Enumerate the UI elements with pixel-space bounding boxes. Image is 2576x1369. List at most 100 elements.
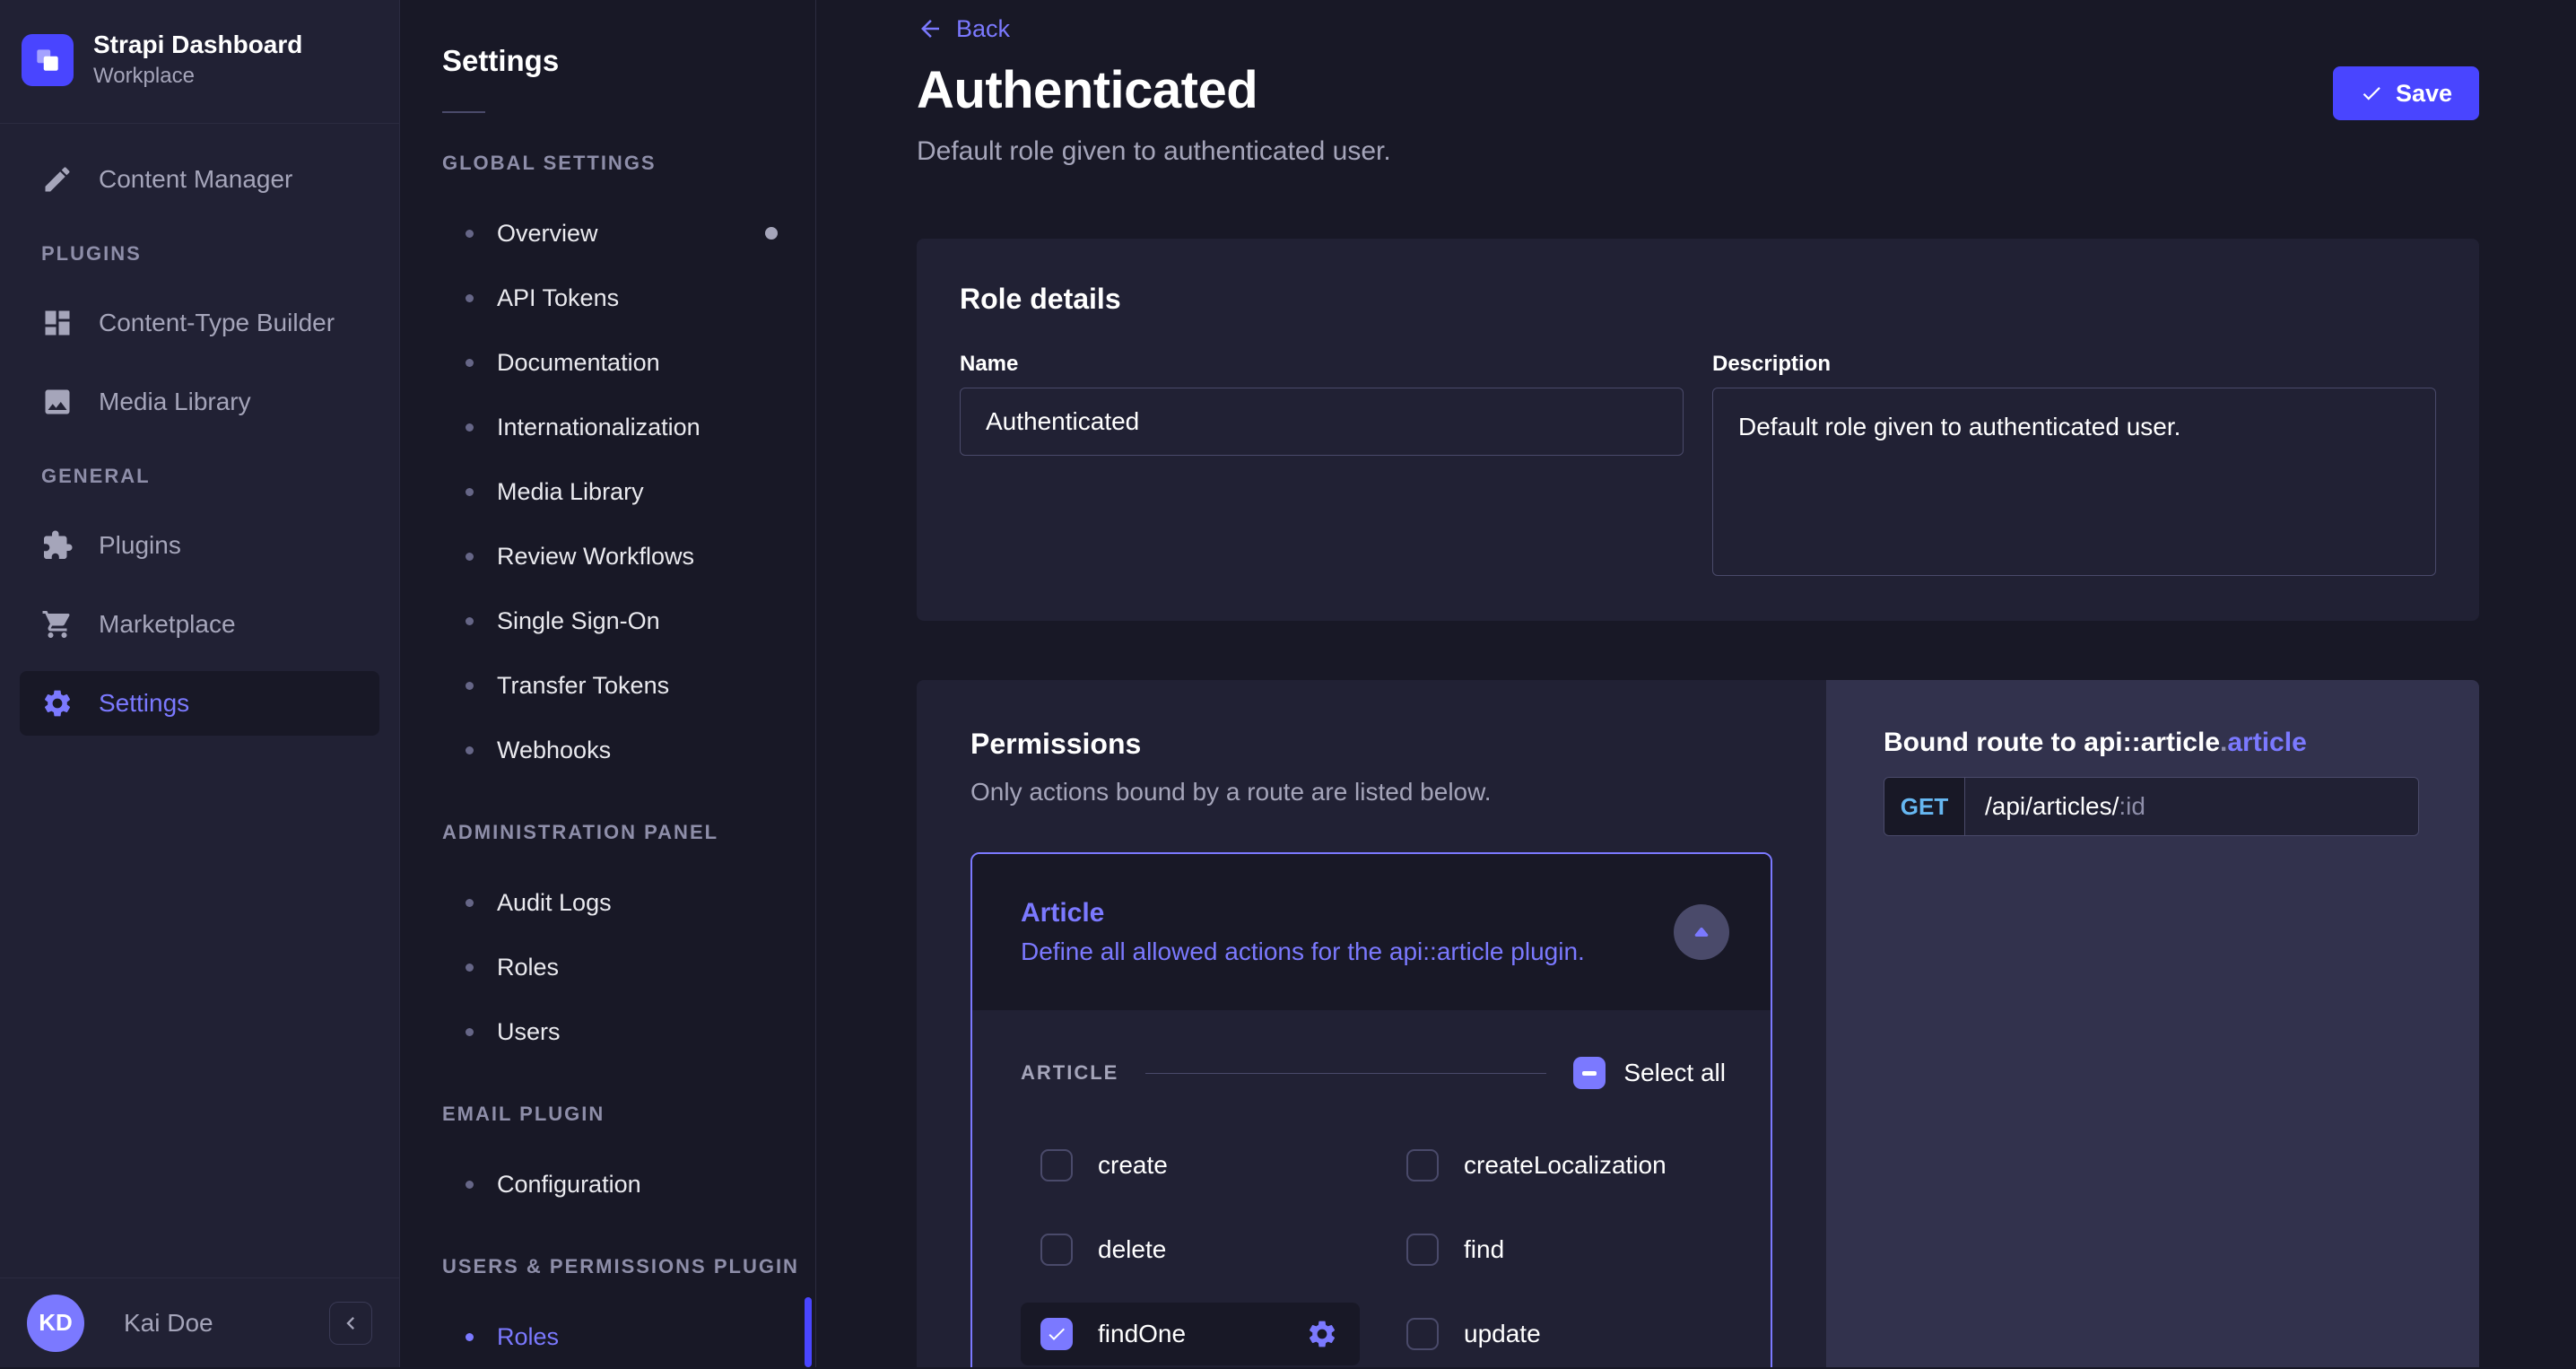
role-details-title: Role details [960, 283, 1121, 315]
sidebar-item-marketplace[interactable]: Marketplace [20, 592, 379, 657]
subnav-item-webhooks[interactable]: Webhooks [442, 718, 815, 782]
bullet-icon [466, 963, 474, 972]
bullet-icon [466, 1027, 474, 1036]
bullet-icon [466, 358, 474, 367]
role-details-card: Role details Name Description Default ro… [917, 239, 2479, 621]
back-link[interactable]: Back [917, 11, 1010, 47]
sidebar-item-label: Content Manager [99, 165, 293, 193]
subnav-item-documentation[interactable]: Documentation [442, 330, 815, 395]
action-findOne: findOne [1021, 1303, 1360, 1365]
subnav-item-transfer-tokens[interactable]: Transfer Tokens [442, 653, 815, 718]
sidebar-item-label: Media Library [99, 388, 251, 415]
permissions-subtitle: Only actions bound by a route are listed… [970, 778, 1492, 806]
accordion-collapse-button[interactable] [1674, 904, 1729, 960]
sidebar-item-settings[interactable]: Settings [20, 671, 379, 736]
subnav-title: Settings [442, 44, 560, 77]
accordion-title: Article [1021, 898, 1105, 928]
route-box: GET /api/articles/:id [1884, 777, 2419, 836]
subnav-item-single-sign-on[interactable]: Single Sign-On [442, 589, 815, 653]
description-field[interactable]: Default role given to authenticated user… [1712, 388, 2436, 576]
bound-route-title: Bound route to api::article.article [1884, 728, 2307, 757]
route-path: /api/articles/:id [1965, 778, 2418, 835]
subnav-item-users[interactable]: Users [442, 999, 815, 1064]
sidebar-item-label: Settings [99, 689, 190, 717]
image-icon [41, 386, 74, 418]
sidebar-item-media-library[interactable]: Media Library [20, 370, 379, 434]
sidebar-item-label: Plugins [99, 531, 181, 559]
bullet-icon [466, 229, 474, 238]
permissions-panel: Permissions Only actions bound by a rout… [917, 680, 1826, 1367]
subnav-item-up-roles[interactable]: Roles [442, 1304, 815, 1369]
subnav-item-internationalization[interactable]: Internationalization [442, 395, 815, 459]
bullet-icon [466, 898, 474, 907]
bullet-icon [466, 1180, 474, 1189]
bullet-icon [466, 487, 474, 496]
select-all-checkbox[interactable] [1573, 1057, 1606, 1089]
findOne-checkbox[interactable] [1040, 1318, 1073, 1350]
bound-route-panel: Bound route to api::article.article GET … [1826, 680, 2479, 1367]
subnav-item-overview[interactable]: Overview [442, 201, 815, 266]
cart-icon [41, 608, 74, 641]
subnav-item-api-tokens[interactable]: API Tokens [442, 266, 815, 330]
article-accordion-header[interactable]: Article Define all allowed actions for t… [972, 854, 1771, 1010]
subnav-section-global-settings: GLOBAL SETTINGS [442, 152, 657, 174]
sidebar-item-content-type-builder[interactable]: Content-Type Builder [20, 291, 379, 355]
name-label: Name [960, 352, 1019, 376]
description-label: Description [1712, 352, 1832, 376]
scrollbar-thumb[interactable] [805, 1297, 812, 1367]
bullet-icon [466, 293, 474, 302]
permissions-title: Permissions [970, 728, 1142, 760]
arrow-left-icon [917, 15, 944, 42]
page-subtitle: Default role given to authenticated user… [917, 136, 1391, 166]
nav-section-plugins: PLUGINS [41, 242, 142, 265]
subnav-section-email-plugin: EMAIL PLUGIN [442, 1103, 605, 1125]
puzzle-icon [41, 529, 74, 562]
update-checkbox[interactable] [1406, 1318, 1439, 1350]
bullet-icon [466, 616, 474, 625]
check-icon [2360, 82, 2383, 105]
delete-checkbox[interactable] [1040, 1234, 1073, 1266]
workspace-subtitle: Workplace [93, 64, 195, 88]
sidebar-item-content-manager[interactable]: Content Manager [20, 147, 379, 212]
bullet-icon [466, 681, 474, 690]
subnav-item-review-workflows[interactable]: Review Workflows [442, 524, 815, 589]
minus-icon [1582, 1070, 1597, 1076]
page-title: Authenticated [917, 61, 1258, 119]
action-find: find [1387, 1218, 1726, 1281]
avatar[interactable]: KD [27, 1294, 84, 1352]
action-update: update [1387, 1303, 1726, 1365]
bullet-icon [466, 746, 474, 754]
user-name: Kai Doe [124, 1308, 213, 1337]
triangle-up-icon [1688, 919, 1715, 946]
action-createLocalization: createLocalization [1387, 1134, 1726, 1197]
name-field[interactable] [960, 388, 1684, 456]
workspace-title: Strapi Dashboard [93, 31, 303, 58]
sidebar-item-plugins[interactable]: Plugins [20, 513, 379, 578]
settings-subnav: Settings GLOBAL SETTINGS Overview API To… [401, 0, 816, 1367]
notification-dot [765, 227, 778, 240]
save-button[interactable]: Save [2332, 66, 2479, 120]
select-all-control[interactable]: Select all [1573, 1057, 1726, 1089]
main-content: Back Authenticated Save Default role giv… [817, 0, 2576, 1367]
sidebar-item-label: Content-Type Builder [99, 309, 335, 336]
bullet-icon [466, 552, 474, 561]
article-group-label: ARTICLE [1021, 1061, 1119, 1084]
pen-icon [41, 163, 74, 196]
subnav-item-audit-logs[interactable]: Audit Logs [442, 870, 815, 935]
actions-grid: create createLocalization delete find fi… [1021, 1134, 1726, 1365]
create-checkbox[interactable] [1040, 1149, 1073, 1182]
collapse-sidebar-button[interactable] [329, 1301, 372, 1345]
subnav-item-configuration[interactable]: Configuration [442, 1152, 815, 1216]
find-checkbox[interactable] [1406, 1234, 1439, 1266]
findOne-settings-button[interactable] [1306, 1317, 1340, 1351]
nav-section-general: GENERAL [41, 465, 151, 487]
createLocalization-checkbox[interactable] [1406, 1149, 1439, 1182]
sidebar-item-label: Marketplace [99, 610, 236, 638]
bullet-icon [466, 1332, 474, 1341]
divider [1145, 1072, 1547, 1074]
subnav-item-media-library[interactable]: Media Library [442, 459, 815, 524]
divider [442, 111, 485, 113]
subnav-item-admin-roles[interactable]: Roles [442, 935, 815, 999]
workspace-switcher[interactable]: Strapi Dashboard Workplace [0, 0, 399, 123]
chevron-left-icon [338, 1311, 363, 1336]
